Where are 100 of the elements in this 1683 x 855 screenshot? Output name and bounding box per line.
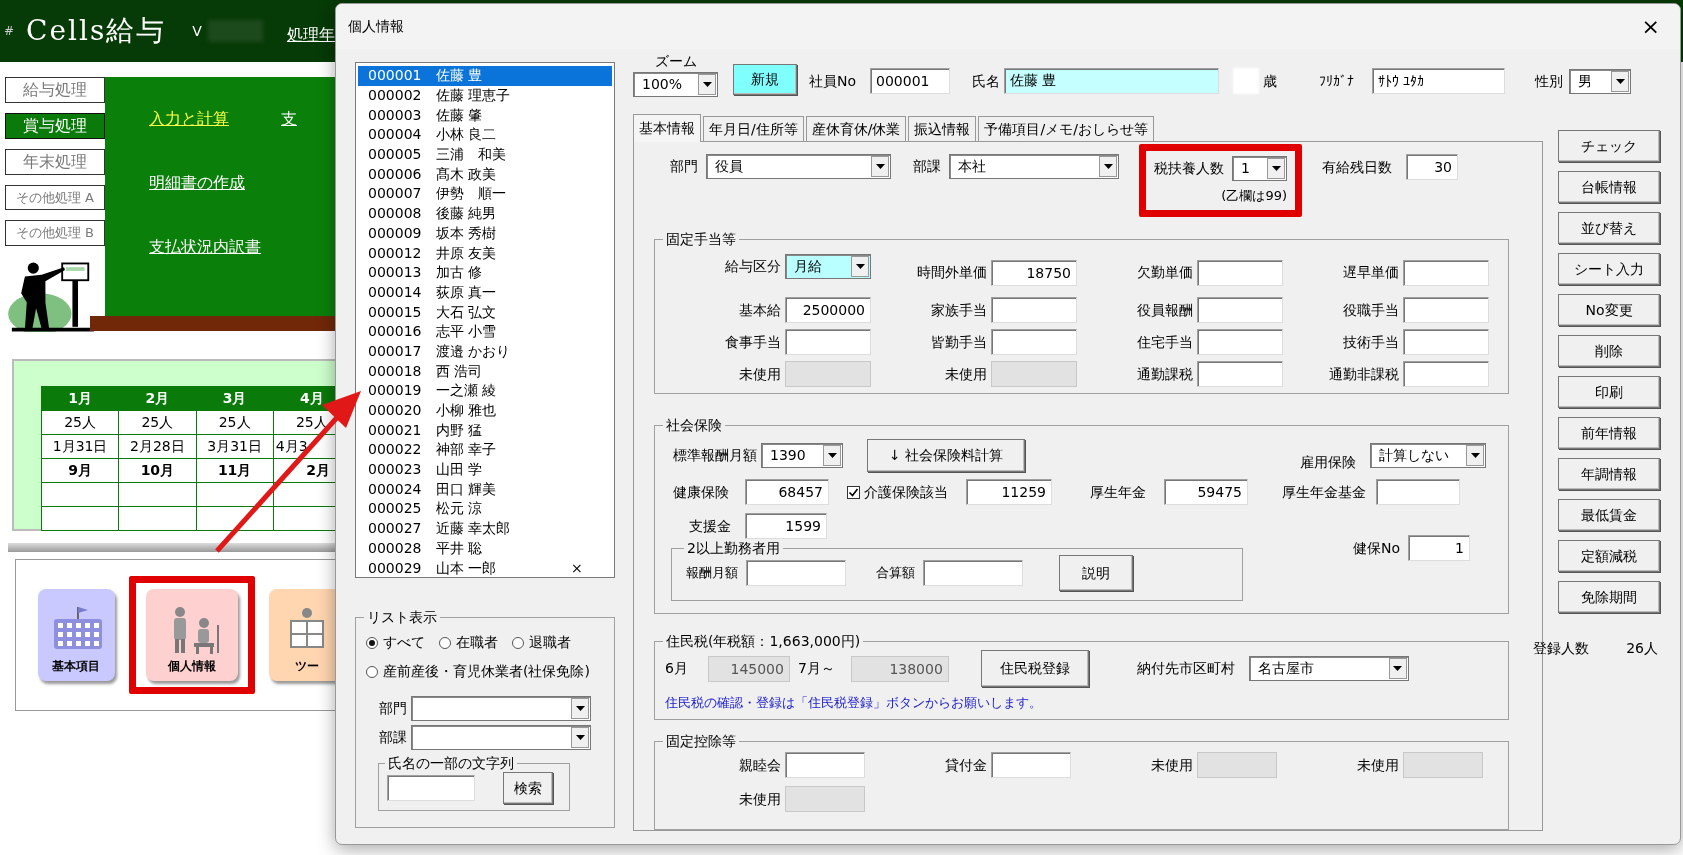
list-box[interactable]: [355, 62, 615, 578]
input-field[interactable]: 2500000: [785, 297, 871, 323]
list-item[interactable]: 000025 松元 涼: [358, 499, 612, 519]
list-item[interactable]: 000015 大石 弘文: [358, 302, 612, 322]
list-item[interactable]: 000013 加古 修: [358, 262, 612, 283]
list-item[interactable]: 000002 佐藤 理恵子: [358, 85, 612, 106]
action-button[interactable]: 検索: [503, 772, 553, 804]
list-item[interactable]: 000020 小柳 雅也: [358, 400, 612, 421]
input-field[interactable]: [1403, 297, 1489, 323]
radio-button[interactable]: [366, 636, 378, 649]
side-button[interactable]: 前年情報: [1558, 417, 1660, 449]
input-field[interactable]: [1197, 329, 1283, 355]
side-button[interactable]: No変更: [1558, 294, 1660, 326]
input-field[interactable]: [1403, 329, 1489, 355]
input-field[interactable]: [1403, 259, 1489, 286]
input-field[interactable]: [1376, 479, 1460, 505]
radio-button[interactable]: [512, 636, 524, 649]
tab[interactable]: 産休育休/休業: [805, 116, 907, 141]
dropdown[interactable]: [411, 725, 591, 750]
input-field[interactable]: [785, 329, 871, 355]
dropdown[interactable]: 計算しない: [1370, 443, 1486, 468]
shortcut-button[interactable]: 基本項目: [38, 589, 115, 681]
close-button[interactable]: ×: [1631, 10, 1670, 43]
list-item[interactable]: 000022 神部 幸子: [358, 440, 612, 460]
dropdown[interactable]: 名古屋市: [1248, 656, 1409, 681]
list-item[interactable]: 000028 平井 聡: [358, 538, 612, 559]
input-field[interactable]: [387, 775, 475, 801]
checkbox[interactable]: [847, 485, 860, 499]
input-field[interactable]: ｻﾄｳ ﾕﾀｶ: [1372, 68, 1506, 94]
list-item[interactable]: 000018 西 浩司: [358, 361, 612, 381]
input-field[interactable]: 佐藤 豊: [1004, 68, 1220, 94]
input-field[interactable]: [991, 752, 1071, 778]
side-button[interactable]: 並び替え: [1558, 212, 1660, 244]
input-field[interactable]: 68457: [745, 479, 829, 505]
side-button[interactable]: 印刷: [1558, 376, 1660, 408]
dropdown[interactable]: 1390: [761, 443, 843, 468]
list-item[interactable]: 000006 髙木 政美: [358, 164, 612, 185]
tab[interactable]: 振込情報: [908, 116, 977, 141]
list-item[interactable]: 000012 井原 友美: [358, 243, 612, 263]
action-button[interactable]: 説明: [1059, 555, 1133, 591]
list-item[interactable]: 000003 佐藤 肇: [358, 105, 612, 126]
dropdown[interactable]: 役員: [706, 154, 891, 179]
menu-button[interactable]: 給与処理: [5, 77, 105, 103]
side-button[interactable]: 定額減税: [1558, 540, 1660, 572]
side-button[interactable]: シート入力: [1558, 253, 1660, 285]
list-item[interactable]: 000014 荻原 真一: [358, 282, 612, 303]
input-field[interactable]: [923, 560, 1023, 586]
dropdown[interactable]: 男: [1569, 69, 1632, 94]
input-field[interactable]: [1197, 297, 1283, 323]
dropdown[interactable]: 1: [1232, 156, 1287, 181]
list-item[interactable]: 000007 伊勢 順一: [358, 184, 612, 204]
tab[interactable]: 年月日/住所等: [703, 116, 804, 141]
menu-link[interactable]: 明細書の作成: [149, 171, 281, 195]
list-item[interactable]: 000001 佐藤 豊: [358, 66, 612, 86]
input-field[interactable]: 59475: [1164, 479, 1248, 505]
input-field[interactable]: 1599: [745, 513, 827, 539]
list-item[interactable]: 000019 一之瀬 綾: [358, 381, 612, 401]
menu-link[interactable]: 支: [281, 107, 297, 131]
list-item[interactable]: 000024 田口 輝美: [358, 479, 612, 500]
side-button[interactable]: 削除: [1558, 335, 1660, 367]
list-item[interactable]: 000023 山田 学: [358, 459, 612, 480]
list-item[interactable]: 000004 小林 良二: [358, 125, 612, 145]
input-field[interactable]: 1: [1408, 535, 1470, 561]
menu-button[interactable]: 賞与処理: [5, 113, 105, 139]
list-item[interactable]: 000017 渡邉 かおり: [358, 341, 612, 362]
input-field[interactable]: [746, 560, 846, 586]
dropdown[interactable]: 100%: [633, 72, 718, 97]
side-button[interactable]: 年調情報: [1558, 458, 1660, 490]
input-field[interactable]: [1197, 361, 1283, 387]
menu-link[interactable]: 入力と計算: [149, 107, 281, 131]
side-button[interactable]: チェック: [1558, 130, 1660, 162]
list-item[interactable]: 000027 近藤 幸太郎: [358, 518, 612, 539]
input-field[interactable]: [991, 329, 1077, 355]
input-field[interactable]: [991, 297, 1077, 323]
menu-button[interactable]: 年末処理: [5, 149, 105, 175]
input-field[interactable]: [1197, 259, 1283, 286]
list-item[interactable]: 000009 坂本 秀樹: [358, 223, 612, 244]
tab[interactable]: 予備項目/メモ/おしらせ等: [978, 116, 1154, 141]
menu-link[interactable]: 支払状況内訳書: [149, 235, 281, 259]
action-button[interactable]: ↓ 社会保険料計算: [867, 439, 1025, 472]
radio-button[interactable]: [439, 636, 451, 649]
dropdown[interactable]: 月給: [785, 254, 871, 279]
list-item[interactable]: 000029 山本 一郎 ×: [358, 558, 612, 578]
list-item[interactable]: 000005 三浦 和美: [358, 144, 612, 165]
input-field[interactable]: 18750: [991, 259, 1077, 286]
input-field[interactable]: 30: [1406, 154, 1458, 180]
shortcut-button[interactable]: 個人情報: [145, 589, 238, 681]
input-field[interactable]: 11259: [966, 479, 1052, 505]
input-field[interactable]: [785, 752, 865, 778]
dropdown[interactable]: 本社: [949, 154, 1119, 179]
side-button[interactable]: 免除期間: [1558, 581, 1660, 613]
list-item[interactable]: 000008 後藤 純男: [358, 203, 612, 224]
tab[interactable]: 基本情報: [633, 114, 701, 142]
menu-button[interactable]: その他処理 B: [5, 220, 105, 246]
input-field[interactable]: [1403, 361, 1489, 387]
action-button[interactable]: 住民税登録: [980, 650, 1089, 687]
input-field[interactable]: 000001: [870, 68, 951, 94]
menu-button[interactable]: その他処理 A: [5, 185, 105, 211]
dropdown[interactable]: [411, 696, 591, 721]
radio-button[interactable]: [366, 665, 378, 678]
